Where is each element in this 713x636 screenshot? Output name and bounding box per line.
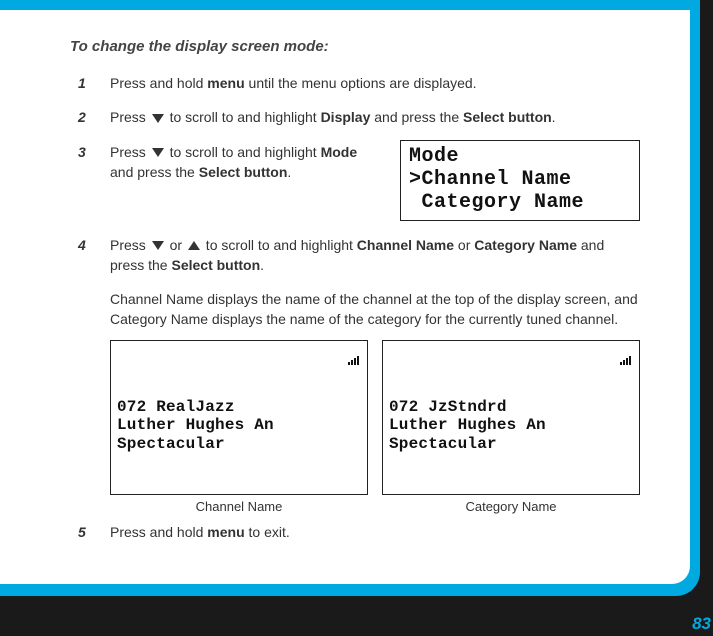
lcd-line: Spectacular <box>389 435 633 453</box>
step-3: 3 Press to scroll to and highlight Mode … <box>110 142 640 221</box>
step-4: 4 Press or to scroll to and highlight Ch… <box>110 235 640 276</box>
down-arrow-icon <box>152 114 164 123</box>
example-channel-name: 072 RealJazzLuther Hughes AnSpectacular … <box>110 340 368 514</box>
document-outer: To change the display screen mode: 1 Pre… <box>0 0 713 636</box>
lcd-line: Luther Hughes An <box>117 416 361 434</box>
text: Press and hold <box>110 524 207 540</box>
example-category-name: 072 JzStndrdLuther Hughes AnSpectacular … <box>382 340 640 514</box>
step-number: 2 <box>78 107 86 127</box>
text: to scroll to and highlight <box>166 109 321 125</box>
lcd-line: 072 JzStndrd <box>389 398 633 416</box>
step3-row: Press to scroll to and highlight Mode an… <box>110 142 640 221</box>
mode-option: Mode <box>321 144 358 160</box>
display-option: Display <box>321 109 371 125</box>
steps-list-continued: 5 Press and hold menu to exit. <box>110 522 640 542</box>
select-button-label: Select button <box>199 164 288 180</box>
down-arrow-icon <box>152 241 164 250</box>
page-content: To change the display screen mode: 1 Pre… <box>0 10 690 584</box>
text: to exit. <box>245 524 290 540</box>
step-number: 1 <box>78 73 86 93</box>
menu-key: menu <box>207 75 244 91</box>
lcd-line: 072 RealJazz <box>117 398 361 416</box>
text: . <box>287 164 291 180</box>
example-screens: 072 RealJazzLuther Hughes AnSpectacular … <box>110 340 640 514</box>
down-arrow-icon <box>152 148 164 157</box>
mode-lcd-screen: Mode>Channel Name Category Name <box>400 140 640 221</box>
step3-text: Press to scroll to and highlight Mode an… <box>110 142 382 183</box>
page-number: 83 <box>692 614 711 634</box>
text: Press and hold <box>110 75 207 91</box>
select-button-label: Select button <box>171 257 260 273</box>
text: . <box>260 257 264 273</box>
text: until the menu options are displayed. <box>245 75 477 91</box>
example-lcd-left: 072 RealJazzLuther Hughes AnSpectacular <box>110 340 368 495</box>
page-frame: To change the display screen mode: 1 Pre… <box>0 0 700 596</box>
select-button-label: Select button <box>463 109 552 125</box>
step-number: 3 <box>78 142 86 162</box>
signal-icon <box>619 347 633 357</box>
lcd-line: Mode <box>409 145 631 168</box>
text: Press <box>110 237 150 253</box>
lcd-line: Spectacular <box>117 435 361 453</box>
text: . <box>552 109 556 125</box>
menu-key: menu <box>207 524 244 540</box>
text: or <box>454 237 474 253</box>
text: Press <box>110 109 150 125</box>
step-1: 1 Press and hold menu until the menu opt… <box>110 73 640 93</box>
explanation-paragraph: Channel Name displays the name of the ch… <box>110 289 640 330</box>
text: Press <box>110 144 150 160</box>
text: and press the <box>370 109 463 125</box>
step-number: 4 <box>78 235 86 255</box>
example-caption: Channel Name <box>110 499 368 514</box>
step-2: 2 Press to scroll to and highlight Displ… <box>110 107 640 127</box>
lcd-line: Category Name <box>409 191 631 214</box>
example-lcd-right: 072 JzStndrdLuther Hughes AnSpectacular <box>382 340 640 495</box>
text: to scroll to and highlight <box>166 144 321 160</box>
text: or <box>166 237 186 253</box>
channel-name-option: Channel Name <box>357 237 454 253</box>
step-number: 5 <box>78 522 86 542</box>
text: to scroll to and highlight <box>202 237 357 253</box>
steps-list: 1 Press and hold menu until the menu opt… <box>110 73 640 275</box>
category-name-option: Category Name <box>474 237 577 253</box>
up-arrow-icon <box>188 241 200 250</box>
section-heading: To change the display screen mode: <box>70 38 640 55</box>
signal-icon <box>347 347 361 357</box>
lcd-line: >Channel Name <box>409 168 631 191</box>
text: and press the <box>110 164 199 180</box>
lcd-line: Luther Hughes An <box>389 416 633 434</box>
example-caption: Category Name <box>382 499 640 514</box>
step-5: 5 Press and hold menu to exit. <box>110 522 640 542</box>
